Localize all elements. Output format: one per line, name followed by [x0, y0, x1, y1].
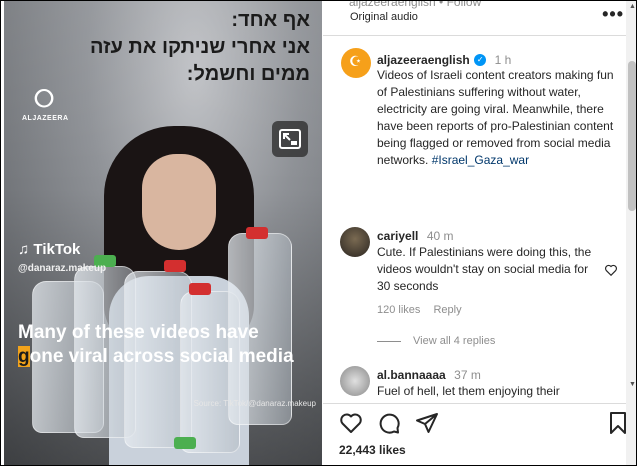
verified-badge-icon: ✓ [474, 53, 487, 66]
picture-in-picture-button[interactable] [272, 121, 308, 157]
comments-scrollbar[interactable]: ▲ ▼ [626, 1, 636, 465]
comment-icon[interactable] [377, 411, 401, 435]
comment-username[interactable]: al.bannaaaa [377, 368, 446, 382]
divider [323, 403, 636, 404]
pip-icon [279, 129, 301, 149]
heart-icon[interactable] [604, 263, 618, 277]
post-header-cut: aljazeeraenglish • Follow [349, 0, 482, 9]
post-panel: aljazeeraenglish • Follow Original audio… [323, 0, 636, 465]
aljazeera-logo: ⭘ ALJAZEERA [22, 83, 69, 122]
hashtag-link[interactable]: #Israel_Gaza_war [432, 153, 529, 167]
aljazeera-logo-icon: ⭘ [33, 83, 55, 113]
comment-item: al.bannaaaa 37 m Fuel of hell, let them … [340, 366, 620, 402]
instagram-post-window: אף אחד: אני אחרי שניתקו את עזה ממים וחשמ… [0, 0, 637, 466]
tiktok-icon: ♫ [18, 241, 30, 258]
scrollbar-thumb[interactable] [628, 61, 636, 211]
comment-likes[interactable]: 120 likes [377, 304, 420, 316]
avatar[interactable] [340, 366, 370, 396]
video-caption: Many of these videos have gone viral acr… [18, 322, 294, 367]
comment-username[interactable]: cariyell [377, 229, 418, 243]
video-source-credit: Source: TikTok/@danaraz.makeup [193, 399, 316, 408]
reply-button[interactable]: Reply [433, 304, 461, 316]
scroll-down-icon[interactable]: ▼ [629, 381, 636, 388]
comment-time: 37 m [454, 368, 481, 382]
original-audio-link[interactable]: Original audio [350, 11, 418, 23]
comment-time: 40 m [426, 229, 454, 243]
post-username[interactable]: aljazeeraenglish [377, 53, 470, 67]
more-options-icon[interactable]: ••• [602, 4, 624, 25]
share-icon[interactable] [415, 411, 439, 435]
view-replies-link[interactable]: View all 4 replies [377, 335, 495, 347]
avatar[interactable] [341, 48, 371, 78]
comment-text: Fuel of hell, let them enjoying their [377, 384, 560, 398]
tiktok-watermark: ♫ TikTok [18, 241, 81, 258]
like-heart-icon[interactable] [339, 411, 363, 435]
scroll-up-icon[interactable]: ▲ [629, 3, 636, 10]
comment-item: cariyell 40 m Cute. If Palestinians were… [340, 227, 620, 347]
likes-count[interactable]: 22,443 likes [339, 443, 406, 457]
post-time: 1 h [494, 53, 512, 67]
tiktok-username: @danaraz.makeup [18, 263, 107, 274]
post-caption: Videos of Israeli content creators makin… [377, 68, 614, 167]
post-actions-bar [339, 411, 629, 437]
divider [323, 35, 636, 36]
comment-text: Cute. If Palestinians were doing this, t… [377, 245, 592, 293]
avatar[interactable] [340, 227, 370, 257]
hebrew-overlay-text: אף אחד: אני אחרי שניתקו את עזה ממים וחשמ… [90, 9, 310, 85]
video-player[interactable]: אף אחד: אני אחרי שניתקו את עזה ממים וחשמ… [4, 1, 322, 465]
